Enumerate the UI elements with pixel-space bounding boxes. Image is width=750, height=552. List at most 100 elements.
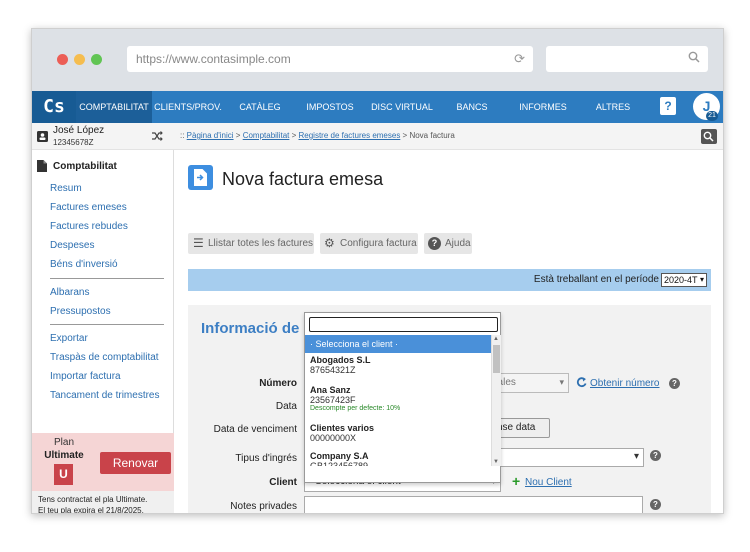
- plan-footer-line2: El teu pla expira el 21/8/2025.: [38, 506, 144, 514]
- refresh-icon[interactable]: [576, 377, 587, 388]
- sidebar-item-factures-rebudes[interactable]: Factures rebudes: [50, 221, 128, 232]
- nav-clients[interactable]: CLIENTS/PROV.: [154, 91, 222, 123]
- plan-footer-line1: Tens contractat el pla Ultimate.: [38, 495, 148, 504]
- label-client: Client: [269, 477, 297, 488]
- dropdown-option[interactable]: Company S.A GB123456789: [305, 451, 491, 466]
- breadcrumb-prefix: ::: [180, 131, 187, 140]
- info-icon[interactable]: ?: [650, 499, 661, 510]
- scrollbar-thumb[interactable]: [493, 345, 500, 373]
- page-title: Nova factura emesa: [222, 169, 384, 189]
- minimize-window-button[interactable]: [74, 54, 85, 65]
- chevron-down-icon: ▾: [559, 377, 564, 387]
- sidebar-item-tancament[interactable]: Tancament de trimestres: [50, 390, 160, 401]
- sidebar-item-despeses[interactable]: Despeses: [50, 240, 94, 251]
- help-icon: ?: [428, 237, 441, 250]
- sidebar-item-exportar[interactable]: Exportar: [50, 333, 88, 344]
- info-icon[interactable]: ?: [669, 378, 680, 389]
- list-icon: ☰: [193, 236, 204, 250]
- label-venciment: Data de venciment: [213, 424, 297, 435]
- info-icon[interactable]: ?: [650, 450, 661, 461]
- form-section-title: Informació de la: [201, 320, 317, 337]
- app-logo[interactable]: Cs: [32, 91, 76, 123]
- nav-bancs[interactable]: BANCS: [442, 91, 502, 123]
- client-dropdown: · Selecciona el client · Abogados S.L 87…: [304, 312, 501, 483]
- dropdown-option[interactable]: Clientes varios 00000000X: [305, 423, 491, 443]
- scroll-up-icon[interactable]: ▲: [493, 336, 499, 342]
- browser-window: https://www.contasimple.com ⟳ Cs COMPTAB…: [31, 28, 724, 514]
- sidebar-divider: [50, 278, 164, 279]
- sidebar-item-resum[interactable]: Resum: [50, 183, 82, 194]
- plan-box: Plan Ultimate U Renovar: [32, 433, 174, 491]
- period-bar: Està treballant en el període 2020-4T ▾: [188, 269, 711, 291]
- nav-altres[interactable]: ALTRES: [584, 91, 642, 123]
- address-bar[interactable]: https://www.contasimple.com ⟳: [127, 46, 533, 72]
- option-id: 23567423F: [310, 395, 356, 405]
- configure-invoice-label: Configura factura: [340, 238, 417, 249]
- option-id: 87654321Z: [310, 365, 356, 375]
- sidebar-item-bens-inversio[interactable]: Béns d'inversió: [50, 259, 118, 270]
- breadcrumb-home[interactable]: Pàgina d'inici: [187, 131, 234, 140]
- help-toolbar-button[interactable]: ? Ajuda: [424, 233, 472, 254]
- plan-name: Ultimate: [44, 450, 84, 461]
- nav-comptabilitat[interactable]: COMPTABILITAT: [76, 91, 152, 123]
- nav-informes[interactable]: INFORMES: [509, 91, 577, 123]
- label-numero: Número: [259, 378, 297, 389]
- user-box: José López 12345678Z: [32, 123, 174, 150]
- close-window-button[interactable]: [57, 54, 68, 65]
- obtain-number-link[interactable]: Obtenir número: [590, 378, 659, 389]
- gear-icon: ⚙: [324, 236, 335, 250]
- plan-footer: Tens contractat el pla Ultimate. El teu …: [32, 491, 174, 514]
- sidebar-item-factures-emeses[interactable]: Factures emeses: [50, 202, 127, 213]
- invoice-icon: [188, 165, 213, 190]
- list-invoices-button[interactable]: ☰ Llistar totes les factures: [188, 233, 314, 254]
- sidebar-item-albarans[interactable]: Albarans: [50, 287, 89, 298]
- option-name: Clientes varios: [310, 423, 375, 433]
- maximize-window-button[interactable]: [91, 54, 102, 65]
- search-icon: [688, 51, 700, 66]
- address-text: https://www.contasimple.com: [136, 52, 291, 66]
- option-name: Company S.A: [310, 451, 369, 461]
- income-type-select[interactable]: ▾: [490, 448, 644, 467]
- new-client-link[interactable]: Nou Client: [525, 477, 572, 488]
- breadcrumb-comptabilitat[interactable]: Comptabilitat: [243, 131, 290, 140]
- private-notes-input[interactable]: [304, 496, 643, 513]
- shuffle-icon[interactable]: [151, 130, 163, 142]
- dropdown-option-placeholder[interactable]: · Selecciona el client ·: [305, 335, 491, 353]
- dropdown-scrollbar[interactable]: ▲ ▼: [491, 335, 501, 466]
- dropdown-option[interactable]: Ana Sanz 23567423F Descompte per defecte…: [305, 385, 491, 412]
- user-name: José López: [53, 125, 105, 136]
- no-date-label: nse data: [497, 422, 536, 433]
- main-nav: Cs COMPTABILITAT CLIENTS/PROV. CATÀLEG I…: [32, 91, 723, 123]
- user-nif: 12345678Z: [53, 138, 94, 147]
- plus-icon[interactable]: +: [512, 473, 520, 489]
- series-select[interactable]: nales ▾: [490, 373, 569, 393]
- search-button[interactable]: [701, 129, 717, 144]
- nav-cataleg[interactable]: CATÀLEG: [230, 91, 290, 123]
- breadcrumb-sep: >: [289, 131, 299, 140]
- document-icon: [37, 160, 47, 172]
- sidebar-item-pressupostos[interactable]: Pressupostos: [50, 306, 111, 317]
- breadcrumb-registre[interactable]: Registre de factures emeses: [299, 131, 401, 140]
- sidebar-item-traspas[interactable]: Traspàs de comptabilitat: [50, 352, 159, 363]
- help-button[interactable]: ?: [660, 97, 676, 115]
- option-name: Ana Sanz: [310, 385, 351, 395]
- list-invoices-label: Llistar totes les factures: [208, 238, 314, 249]
- reload-icon[interactable]: ⟳: [514, 46, 525, 72]
- nav-disc-virtual[interactable]: DISC VIRTUAL: [368, 91, 436, 123]
- user-card-icon: [37, 131, 48, 142]
- breadcrumb: :: Pàgina d'inici > Comptabilitat > Regi…: [174, 123, 723, 150]
- label-ingres: Tipus d'ingrés: [235, 453, 297, 464]
- period-select[interactable]: 2020-4T ▾: [661, 273, 707, 287]
- period-label: Està treballant en el període: [533, 274, 659, 285]
- scroll-down-icon[interactable]: ▼: [493, 459, 499, 465]
- help-toolbar-label: Ajuda: [445, 238, 471, 249]
- client-search-input[interactable]: [309, 317, 498, 332]
- renew-button[interactable]: Renovar: [100, 452, 171, 474]
- sidebar: José López 12345678Z Comptabilitat Resum…: [32, 123, 174, 514]
- configure-invoice-button[interactable]: ⚙ Configura factura: [320, 233, 418, 254]
- dropdown-option[interactable]: Abogados S.L 87654321Z: [305, 355, 491, 375]
- option-id: 00000000X: [310, 433, 357, 443]
- nav-impostos[interactable]: IMPOSTOS: [298, 91, 362, 123]
- sidebar-item-importar[interactable]: Importar factura: [50, 371, 121, 382]
- browser-search-input[interactable]: [546, 46, 708, 72]
